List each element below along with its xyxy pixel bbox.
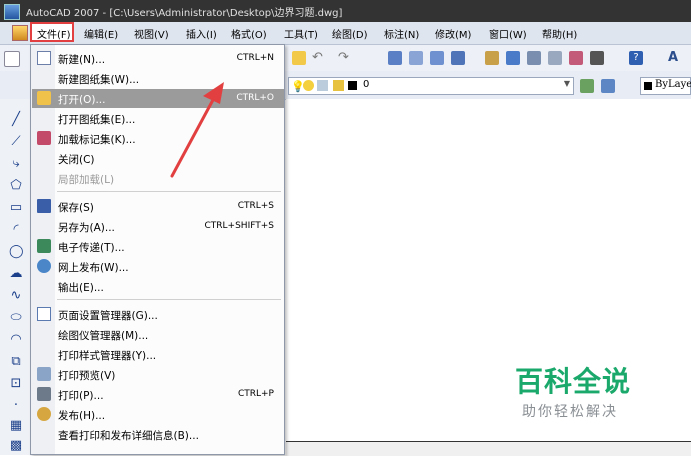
watermark-subtitle: 助你轻松解决: [522, 404, 618, 420]
watermark-title: 百科全说: [515, 365, 632, 398]
